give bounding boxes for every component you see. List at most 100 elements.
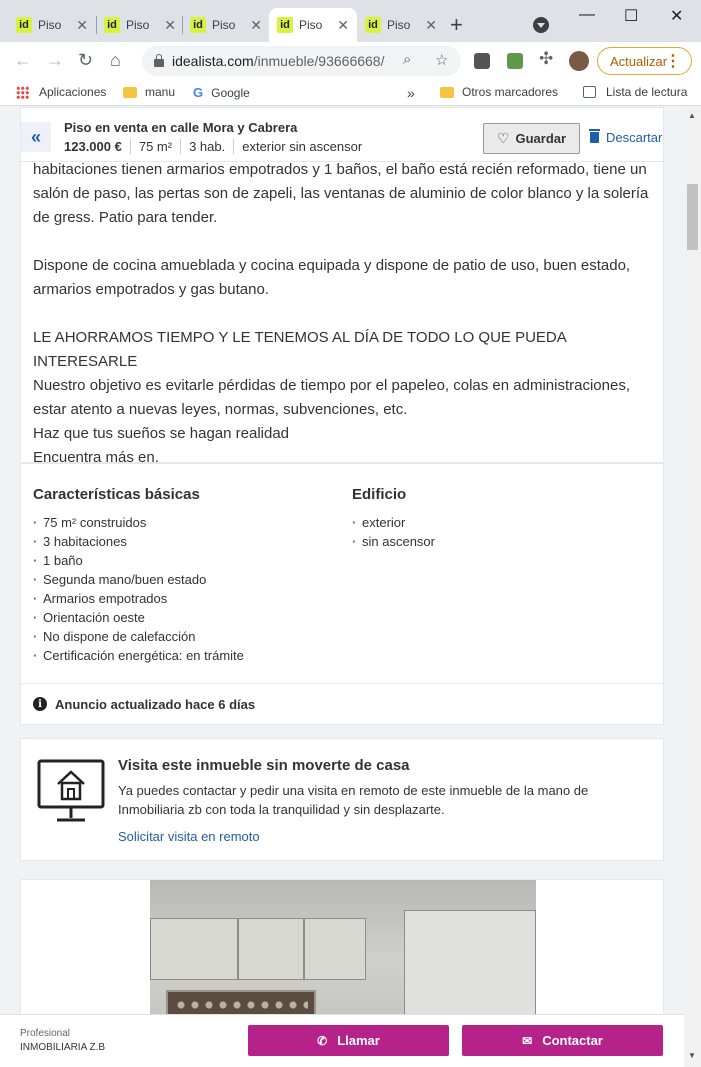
close-tab-icon[interactable]: ✕: [250, 17, 262, 34]
section-title: Características básicas: [33, 486, 200, 503]
tab-title: Piso: [299, 18, 323, 32]
phone-icon: ✆: [317, 1033, 328, 1048]
description-line: Haz que tus sueños se hagan realidad: [33, 425, 290, 442]
listing-price: 123.000 €: [64, 139, 122, 154]
close-tab-icon[interactable]: ✕: [76, 17, 88, 34]
tab[interactable]: id Piso ✕: [182, 8, 270, 42]
close-window-icon[interactable]: ✕: [670, 6, 683, 26]
listing-rooms: 3 hab.: [180, 139, 233, 154]
listing-title: Piso en venta en calle Mora y Cabrera: [64, 120, 298, 135]
bookmark-manu[interactable]: manu: [123, 85, 175, 99]
listing-summary: 123.000 € 75 m² 3 hab. exterior sin asce…: [64, 139, 370, 154]
advertiser-type: Profesional: [20, 1028, 71, 1039]
call-label: Llamar: [337, 1033, 380, 1048]
basic-features: Características básicas 75 m² construido…: [33, 486, 244, 665]
list-item: 3 habitaciones: [33, 532, 244, 551]
bookmark-star-icon[interactable]: ☆: [435, 51, 448, 69]
extension-icon[interactable]: [507, 53, 523, 69]
tab-search-icon[interactable]: [533, 17, 549, 33]
bookmark-google[interactable]: G Google: [193, 85, 250, 100]
heart-icon: ♡: [496, 130, 510, 146]
list-item: Orientación oeste: [33, 608, 244, 627]
more-bookmarks-icon[interactable]: »: [407, 85, 415, 101]
bookmark-label: Otros marcadores: [462, 85, 559, 99]
scroll-down-icon[interactable]: ▼: [688, 1051, 696, 1060]
apps-grid-icon: [16, 85, 29, 99]
list-item: exterior: [352, 513, 435, 532]
close-tab-icon[interactable]: ✕: [164, 17, 176, 34]
profile-avatar[interactable]: [569, 51, 589, 71]
discard-button[interactable]: Descartar: [589, 129, 663, 145]
discard-label: Descartar: [606, 130, 663, 145]
idealista-favicon-icon: id: [104, 17, 120, 33]
reload-icon[interactable]: ↻: [78, 50, 93, 71]
updated-notice: i Anuncio actualizado hace 6 días: [20, 683, 664, 725]
updated-text: Anuncio actualizado hace 6 días: [55, 696, 256, 712]
trash-icon: [589, 129, 600, 143]
close-tab-icon[interactable]: ✕: [425, 17, 437, 34]
page-scrollbar[interactable]: ▲ ▼: [684, 107, 701, 1067]
info-icon: i: [33, 697, 47, 711]
list-item: 1 baño: [33, 551, 244, 570]
extensions-puzzle-icon[interactable]: ✣: [539, 49, 553, 69]
reading-list[interactable]: Lista de lectura: [583, 85, 687, 99]
remote-visit-card: Visita este inmueble sin moverte de casa…: [20, 738, 664, 861]
list-item: Certificación energética: en trámite: [33, 646, 244, 665]
remote-visit-monitor-icon: [37, 759, 105, 822]
bookmark-label: manu: [145, 85, 176, 99]
request-remote-visit-link[interactable]: Solicitar visita en remoto: [118, 829, 260, 844]
call-button[interactable]: ✆ Llamar: [248, 1025, 449, 1056]
update-button[interactable]: Actualizar ⋮: [597, 47, 692, 75]
scrollbar-thumb[interactable]: [687, 184, 698, 250]
idealista-favicon-icon: id: [190, 17, 206, 33]
bookmark-apps[interactable]: Aplicaciones: [16, 85, 106, 99]
minimize-icon[interactable]: —: [579, 6, 595, 24]
contact-label: Contactar: [542, 1033, 603, 1048]
tab[interactable]: id Piso ✕: [8, 8, 96, 42]
list-item: 75 m² construidos: [33, 513, 244, 532]
advertiser-name: INMOBILIARIA Z.B: [20, 1042, 106, 1053]
tab-active[interactable]: id Piso ✕: [269, 8, 357, 42]
address-bar[interactable]: idealista.com/inmueble/93666668/: [142, 46, 461, 76]
home-icon[interactable]: ⌂: [110, 50, 121, 71]
idealista-favicon-icon: id: [365, 17, 381, 33]
building-features: Edificio exterior sin ascensor: [352, 486, 435, 551]
contact-button[interactable]: ✉ Contactar: [462, 1025, 663, 1056]
idealista-favicon-icon: id: [277, 17, 293, 33]
bookmark-label: Google: [211, 85, 250, 100]
section-title: Edificio: [352, 486, 407, 503]
tab-title: Piso: [387, 18, 411, 32]
save-label: Guardar: [515, 131, 567, 146]
folder-icon: [123, 86, 137, 98]
extension-icon[interactable]: [474, 53, 490, 69]
lock-icon[interactable]: [154, 54, 164, 67]
idealista-favicon-icon: id: [16, 17, 32, 33]
menu-dots-icon: ⋮: [665, 53, 681, 70]
bookmark-label: Aplicaciones: [39, 85, 107, 99]
tab[interactable]: id Piso ✕: [357, 8, 445, 42]
maximize-icon[interactable]: ☐: [624, 6, 638, 26]
new-tab-icon[interactable]: +: [450, 12, 463, 38]
browser-toolbar: ← → ↻ ⌂ idealista.com/inmueble/93666668/…: [0, 42, 701, 80]
description-paragraph: habitaciones tienen armarios empotrados …: [33, 161, 649, 226]
folder-icon: [440, 86, 454, 98]
listing-sticky-header: « Piso en venta en calle Mora y Cabrera …: [20, 107, 664, 162]
list-item: No dispone de calefacción: [33, 627, 244, 646]
close-tab-icon[interactable]: ✕: [337, 17, 349, 34]
scroll-up-icon[interactable]: ▲: [688, 111, 696, 120]
bookmark-other[interactable]: Otros marcadores: [440, 85, 558, 99]
forward-arrow-icon[interactable]: →: [46, 50, 64, 71]
url-host: idealista.com: [172, 53, 254, 69]
zoom-search-icon[interactable]: ⌕: [403, 51, 411, 68]
list-item: Segunda mano/buen estado: [33, 570, 244, 589]
update-label: Actualizar: [610, 53, 668, 69]
google-icon: G: [193, 85, 204, 100]
back-arrow-icon[interactable]: ←: [14, 50, 32, 71]
back-chevron-icon[interactable]: «: [21, 122, 51, 152]
contact-sticky-footer: Profesional INMOBILIARIA Z.B ✆ Llamar ✉ …: [0, 1014, 684, 1067]
tab[interactable]: id Piso ✕: [96, 8, 184, 42]
remote-visit-title: Visita este inmueble sin moverte de casa: [118, 757, 410, 774]
page-viewport: habitaciones tienen armarios empotrados …: [0, 107, 684, 1067]
description-line: LE AHORRAMOS TIEMPO Y LE TENEMOS AL DÍA …: [33, 329, 566, 370]
save-button[interactable]: ♡ Guardar: [483, 123, 580, 154]
